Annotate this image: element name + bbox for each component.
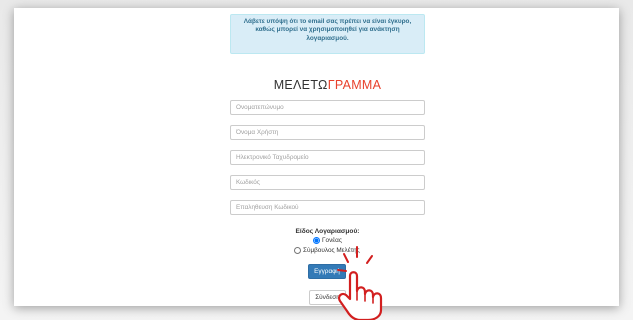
fullname-input[interactable] bbox=[230, 100, 425, 115]
brand-logo-part-1: ΜΕΛΕΤΩ bbox=[273, 78, 328, 92]
brand-logo: ΜΕΛΕΤΩΓΡΑΜΜΑ bbox=[230, 78, 425, 92]
email-notice: Λάβετε υπόψη ότι το email σας πρέπει να … bbox=[230, 14, 425, 54]
account-type-advisor-radio[interactable] bbox=[294, 247, 301, 254]
account-type-parent-radio[interactable] bbox=[313, 237, 320, 244]
email-notice-line-1: Λάβετε υπόψη ότι το email σας πρέπει να … bbox=[243, 18, 412, 25]
password-input[interactable] bbox=[230, 175, 425, 190]
email-notice-line-3: λογαριασμού. bbox=[306, 34, 349, 42]
confirm-password-input[interactable] bbox=[230, 200, 425, 215]
hand-pointer-icon bbox=[337, 246, 383, 320]
username-input[interactable] bbox=[230, 125, 425, 140]
email-notice-line-2: καθώς μπορεί να χρησιμοποιηθεί για ανάκτ… bbox=[255, 26, 400, 34]
email-input[interactable] bbox=[230, 150, 425, 165]
account-type-label: Είδος Λογαριασμού: bbox=[295, 228, 360, 235]
brand-logo-part-2: ΓΡΑΜΜΑ bbox=[327, 78, 382, 92]
